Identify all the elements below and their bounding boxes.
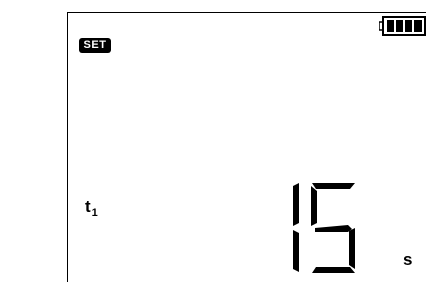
digit-1: [293, 183, 299, 272]
reading-unit: s: [403, 250, 413, 269]
battery-full-icon: [379, 16, 426, 36]
parameter-symbol: t: [85, 197, 91, 216]
parameter-subscript: 1: [91, 207, 98, 219]
seven-segment-reading: [293, 183, 355, 273]
lcd-display-frame: [67, 12, 426, 282]
digit-5: [311, 183, 355, 273]
parameter-label: t1: [85, 197, 98, 219]
set-indicator: SET: [79, 38, 111, 53]
